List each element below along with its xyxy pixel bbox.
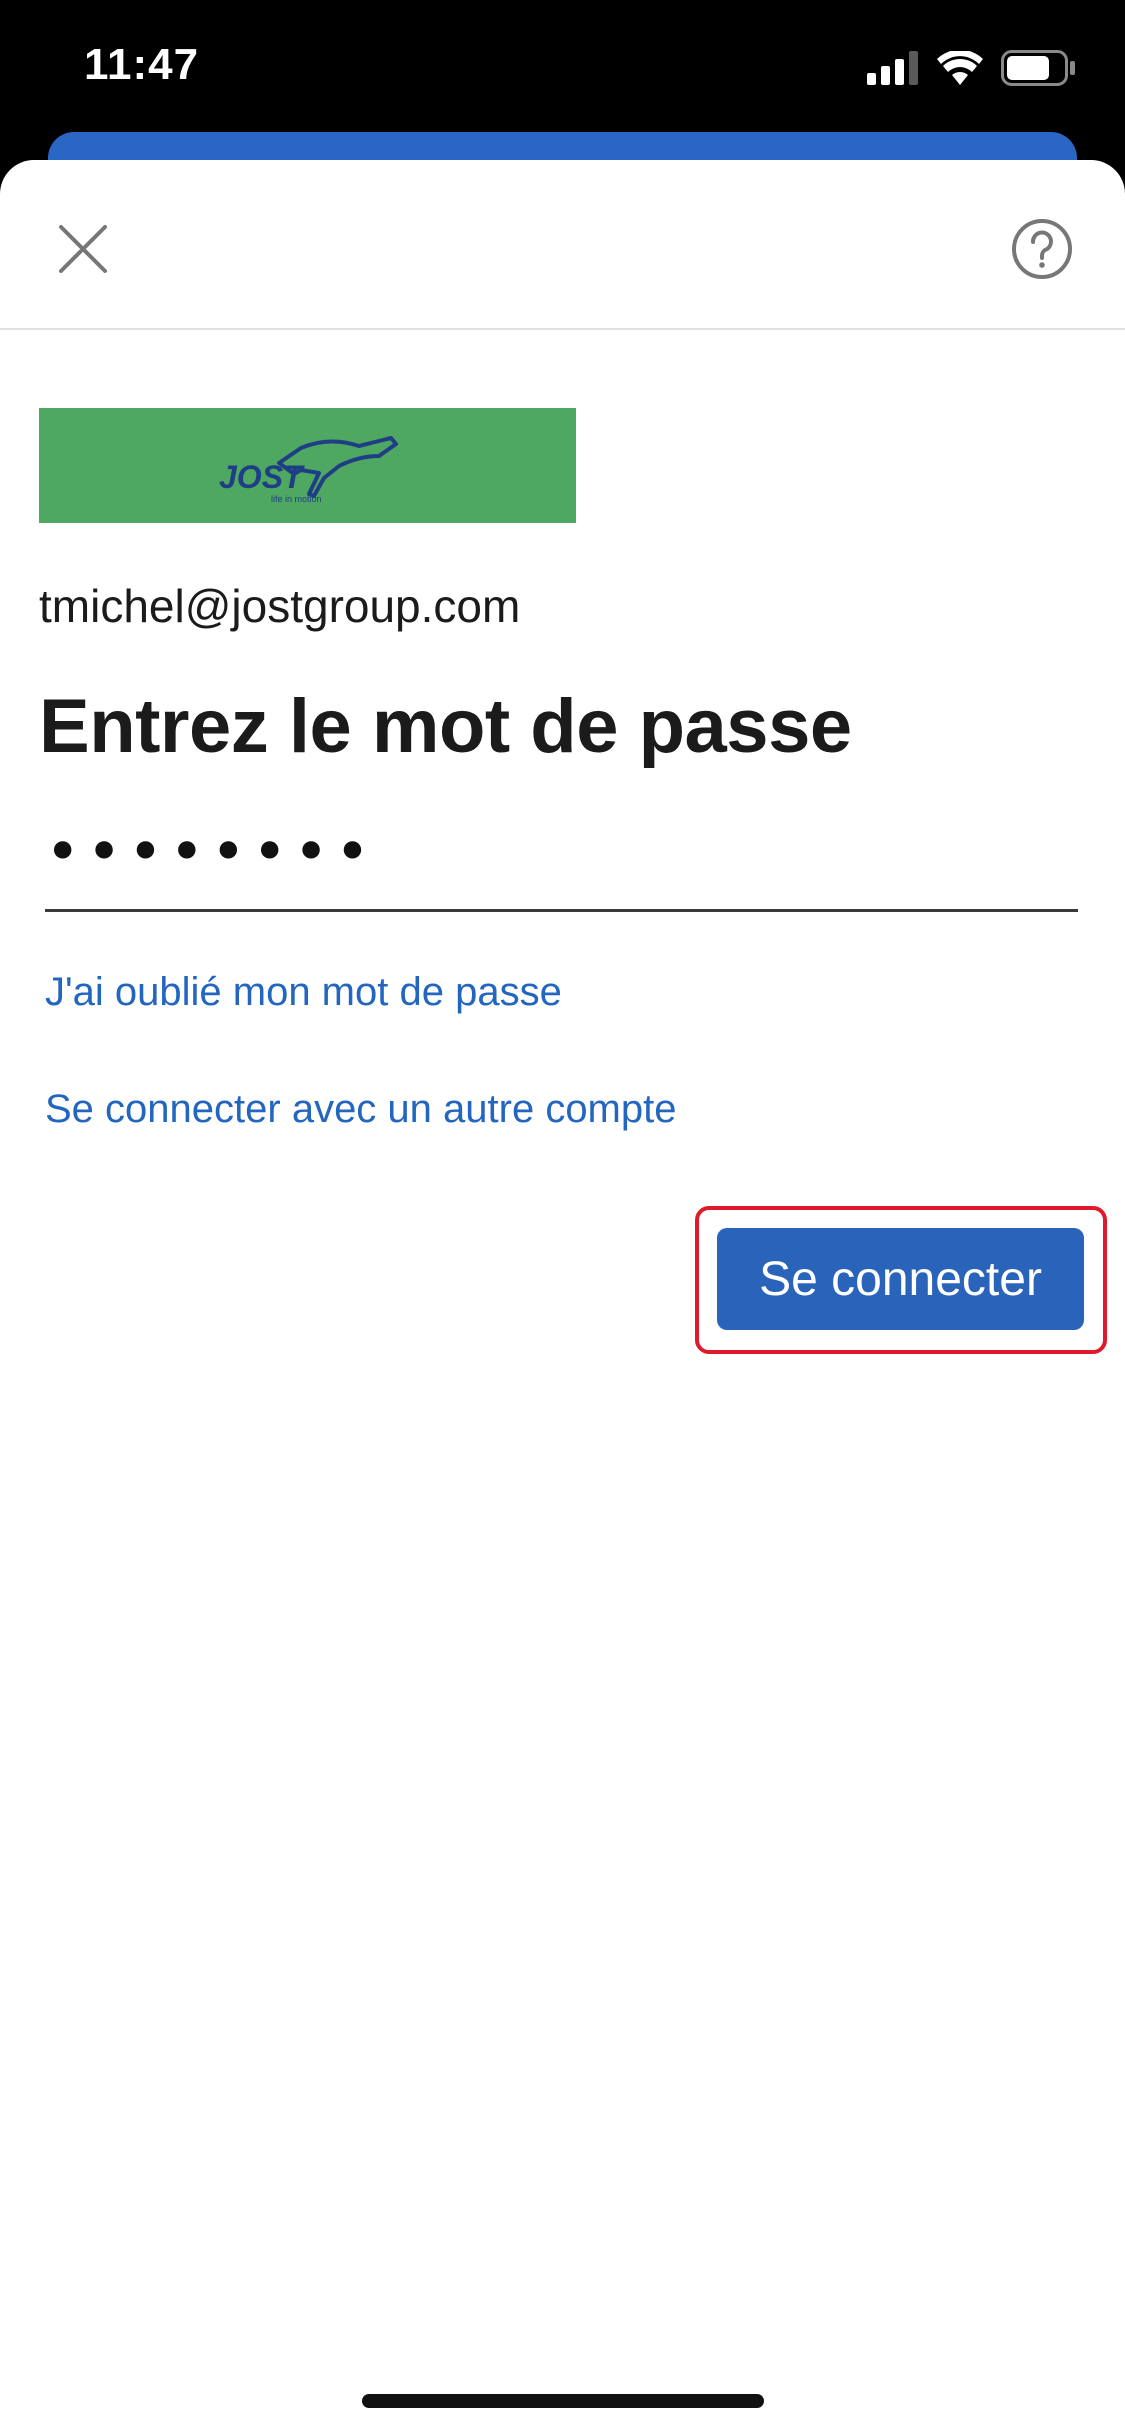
wifi-icon [937, 51, 983, 85]
company-logo: JOST life in motion [39, 408, 576, 523]
account-email: tmichel@jostgroup.com [39, 580, 521, 632]
page-title: Entrez le mot de passe [39, 684, 852, 769]
cellular-signal-icon [867, 51, 919, 85]
signin-button[interactable]: Se connecter [717, 1228, 1084, 1330]
status-bar: 11:47 [0, 0, 1125, 130]
close-button[interactable] [50, 216, 116, 282]
forgot-password-link[interactable]: J'ai oublié mon mot de passe [45, 970, 1089, 1015]
status-icons [867, 50, 1077, 86]
home-indicator[interactable] [362, 2394, 764, 2408]
battery-icon [1001, 50, 1077, 86]
help-button[interactable] [1009, 216, 1075, 282]
sheet-header [0, 160, 1125, 330]
password-input[interactable] [45, 817, 1078, 887]
password-field-container [45, 811, 1078, 912]
logo-brand-text: JOST [219, 459, 305, 495]
other-account-link[interactable]: Se connecter avec un autre compte [45, 1087, 1089, 1132]
sign-in-sheet: JOST life in motion tmichel@jostgroup.co… [0, 160, 1125, 2436]
screen: 11:47 JOST life in motion tmichel@jostgr… [0, 0, 1125, 2436]
help-circle-icon [1012, 219, 1072, 279]
sign-in-content: JOST life in motion tmichel@jostgroup.co… [39, 408, 1089, 1132]
status-time: 11:47 [84, 40, 200, 89]
close-icon [59, 225, 107, 273]
